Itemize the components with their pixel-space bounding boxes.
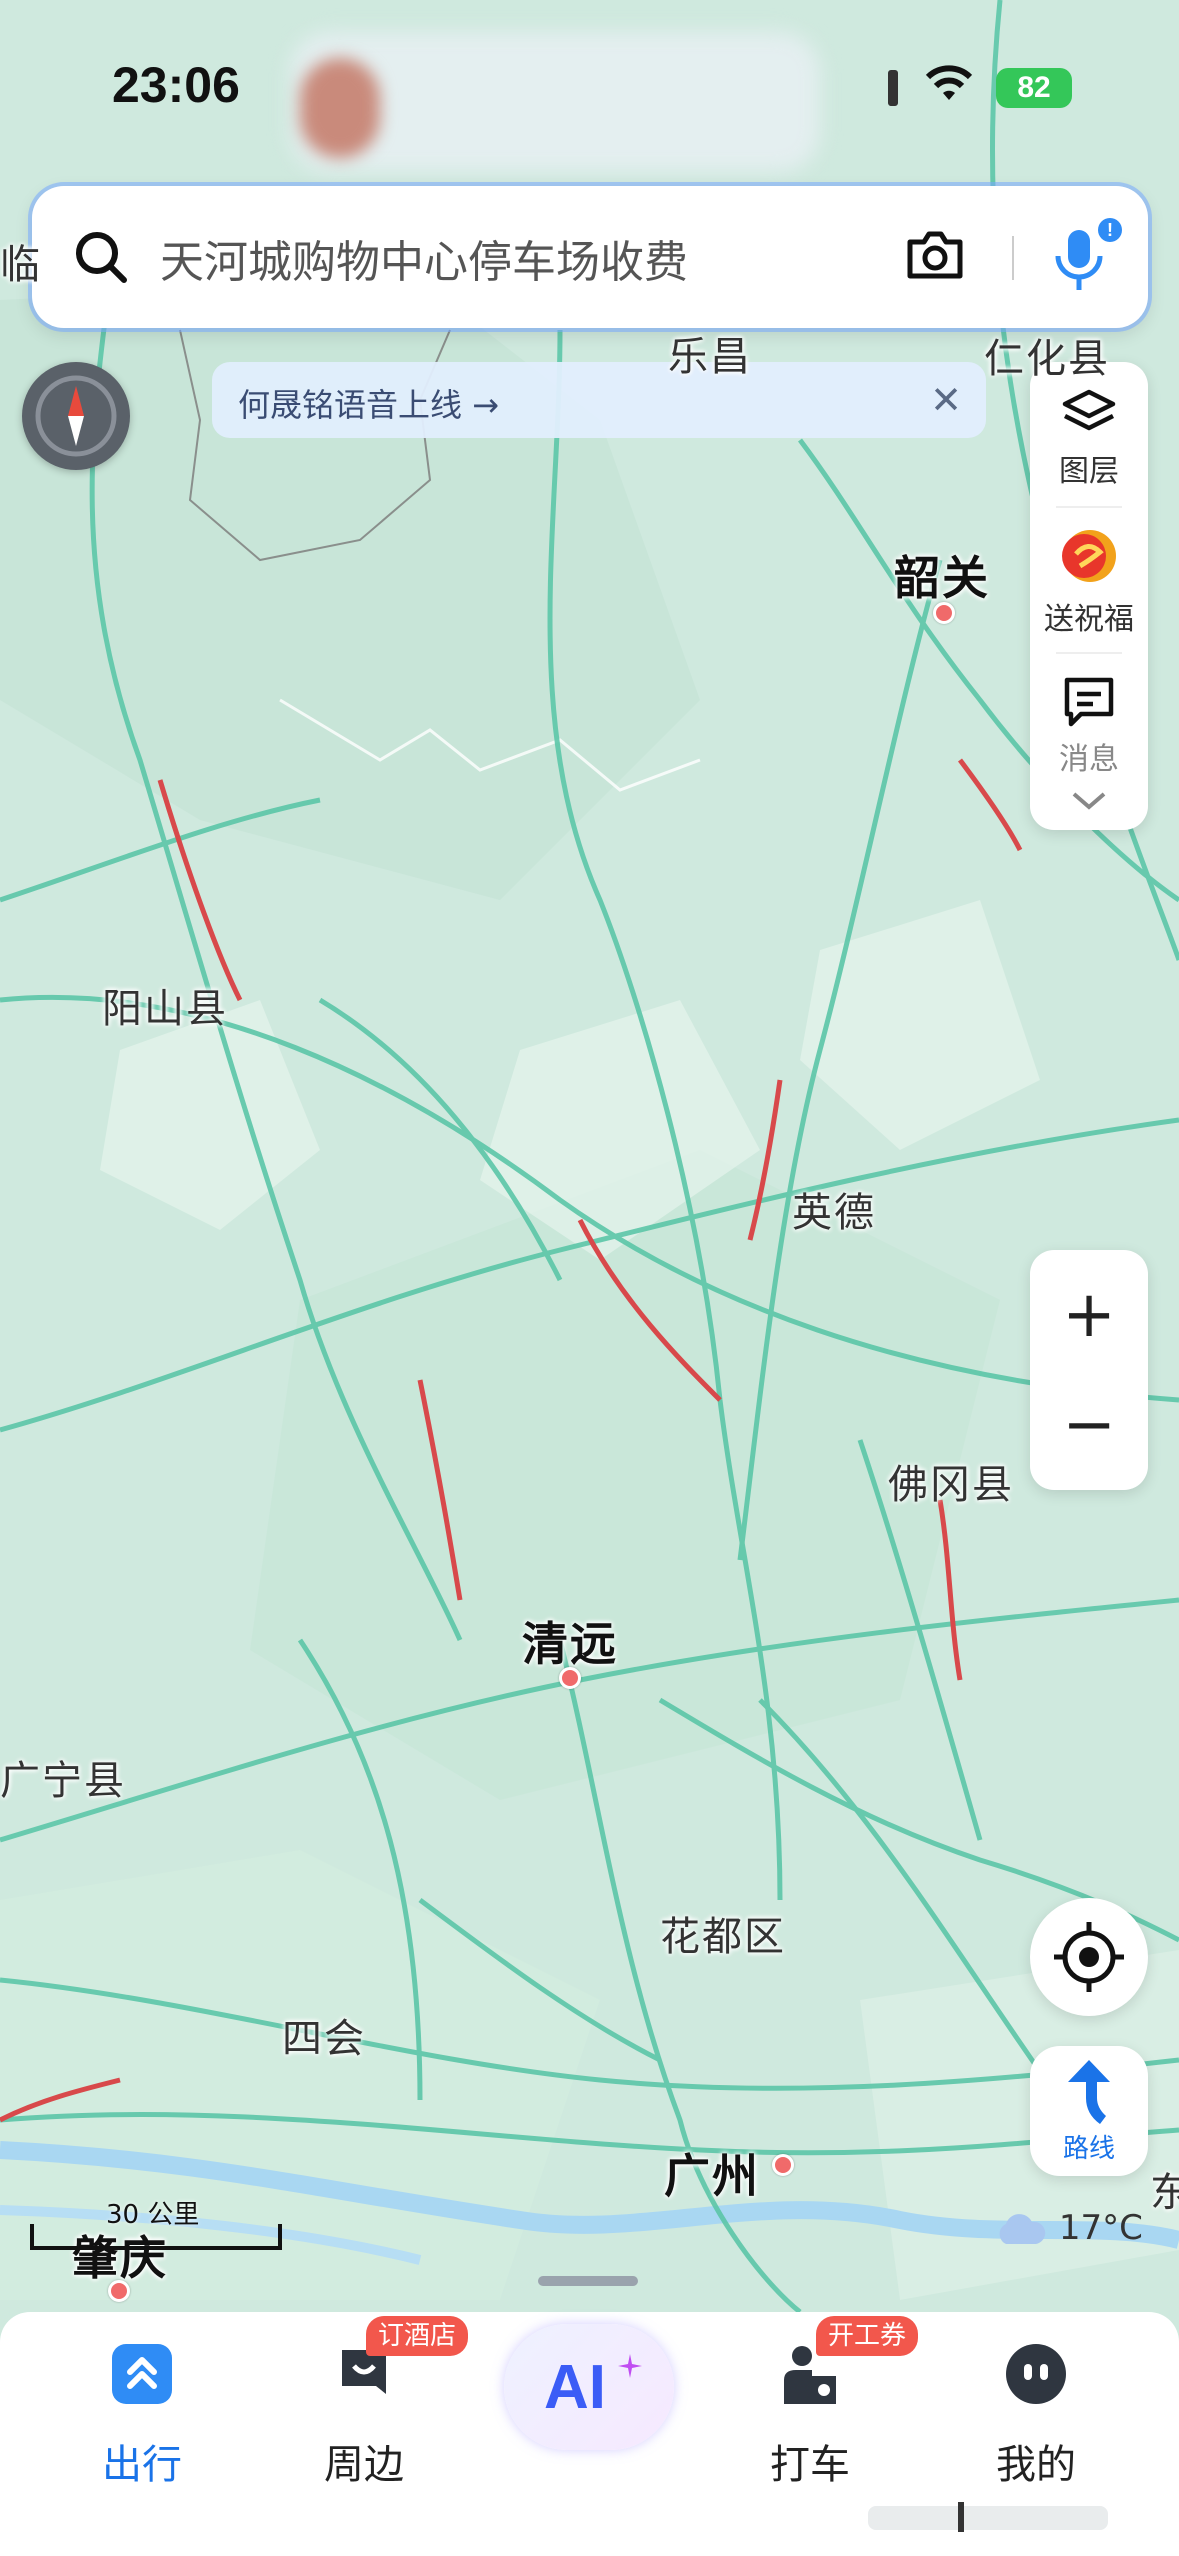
close-icon[interactable]: ✕	[930, 378, 962, 422]
tab-label: 出行	[102, 2442, 182, 2488]
search-divider	[1012, 236, 1014, 280]
tab-label: 我的	[996, 2442, 1076, 2488]
chevron-down-icon[interactable]	[1070, 790, 1108, 812]
profile-icon	[1006, 2344, 1066, 2404]
blessing-icon	[1062, 530, 1116, 582]
signal-icon	[888, 70, 898, 106]
route-button[interactable]: 路线	[1030, 2046, 1148, 2176]
scale-bar	[30, 2224, 282, 2250]
zoom-out-button[interactable]: −	[1030, 1370, 1148, 1480]
city-dot	[772, 2154, 794, 2176]
hotel-badge: 订酒店	[366, 2316, 469, 2356]
map-label-qingyuan[interactable]: 清远	[522, 1608, 618, 1674]
map-label-renhua: 仁化县	[984, 336, 1110, 382]
layers-label: 图层	[1059, 454, 1119, 489]
locate-button[interactable]	[1030, 1898, 1148, 2016]
map-label-shaoguan[interactable]: 韶关	[894, 542, 990, 608]
search-icon	[76, 232, 127, 283]
map-label-huadu: 花都区	[660, 1914, 786, 1960]
layers-button[interactable]: 图层	[1030, 386, 1148, 490]
zoom-controls: + −	[1030, 1250, 1148, 1490]
route-label: 路线	[1062, 2134, 1115, 2164]
message-icon	[1064, 677, 1114, 727]
home-indicator	[868, 2502, 1108, 2532]
search-placeholder: 天河城购物中心停车场收费	[160, 237, 688, 288]
notification-avatar	[300, 58, 380, 158]
wifi-icon	[925, 65, 973, 100]
ai-label: AI	[544, 2353, 606, 2422]
tab-mine[interactable]: 我的	[956, 2322, 1116, 2502]
microphone-icon[interactable]: !	[1044, 216, 1140, 302]
map-label-edge-right: 东	[1150, 2170, 1179, 2216]
map-label-lechang: 乐昌	[668, 334, 752, 380]
map-label-guangzhou[interactable]: 广州	[664, 2140, 760, 2206]
compass-icon	[35, 375, 117, 457]
battery-indicator: 82	[996, 68, 1072, 108]
ai-assistant-button[interactable]: AI	[504, 2324, 674, 2450]
tab-nearby[interactable]: 订酒店 周边	[284, 2316, 469, 2502]
announcement-banner[interactable]: 何晟铭语音上线 → ✕	[212, 362, 986, 438]
banner-text: 何晟铭语音上线 →	[238, 386, 499, 424]
map-tools-panel: 图层 送祝福 消息	[1030, 362, 1148, 830]
sparkle-icon	[618, 2354, 642, 2378]
location-target-icon	[1054, 1922, 1124, 1992]
panel-divider	[1056, 652, 1122, 654]
zoom-in-button[interactable]: +	[1030, 1260, 1148, 1370]
map-label-yingde: 英德	[792, 1190, 876, 1236]
coupon-badge: 开工券	[816, 2316, 919, 2356]
status-bar: 23:06 82	[0, 0, 1179, 172]
panel-divider	[1056, 506, 1122, 508]
cloud-icon	[999, 2213, 1046, 2244]
svg-text:!: !	[1107, 220, 1113, 240]
travel-icon	[112, 2344, 172, 2404]
city-dot	[108, 2280, 130, 2302]
drawer-handle[interactable]	[538, 2276, 638, 2286]
compass-button[interactable]	[22, 362, 130, 470]
tab-label: 周边	[324, 2442, 404, 2488]
messages-label: 消息	[1059, 742, 1119, 777]
weather-temp: 17°C	[1058, 2208, 1143, 2248]
search-bar[interactable]: 天河城购物中心停车场收费 !	[32, 186, 1148, 328]
status-time: 23:06	[112, 57, 240, 113]
layers-icon	[1062, 389, 1116, 431]
map-label-edge-left: 临	[0, 242, 42, 288]
tab-travel[interactable]: 出行	[62, 2322, 222, 2502]
city-dot	[559, 1667, 581, 1689]
map-label-sihui: 四会	[282, 2016, 366, 2062]
city-dot	[933, 602, 955, 624]
messages-button[interactable]: 消息	[1030, 674, 1148, 778]
map-label-fogang: 佛冈县	[888, 1462, 1014, 1508]
camera-icon[interactable]	[902, 222, 968, 288]
route-arrow-icon	[1068, 2060, 1110, 2124]
tab-taxi[interactable]: 开工券 打车	[730, 2316, 919, 2502]
blessing-label: 送祝福	[1044, 602, 1134, 637]
blessing-button[interactable]: 送祝福	[1030, 526, 1148, 638]
map-label-yangshan: 阳山县	[102, 986, 228, 1032]
weather-widget[interactable]: 17°C	[992, 2208, 1143, 2248]
map-label-guangning: 广宁县	[0, 1758, 126, 1804]
tab-label: 打车	[770, 2442, 850, 2488]
